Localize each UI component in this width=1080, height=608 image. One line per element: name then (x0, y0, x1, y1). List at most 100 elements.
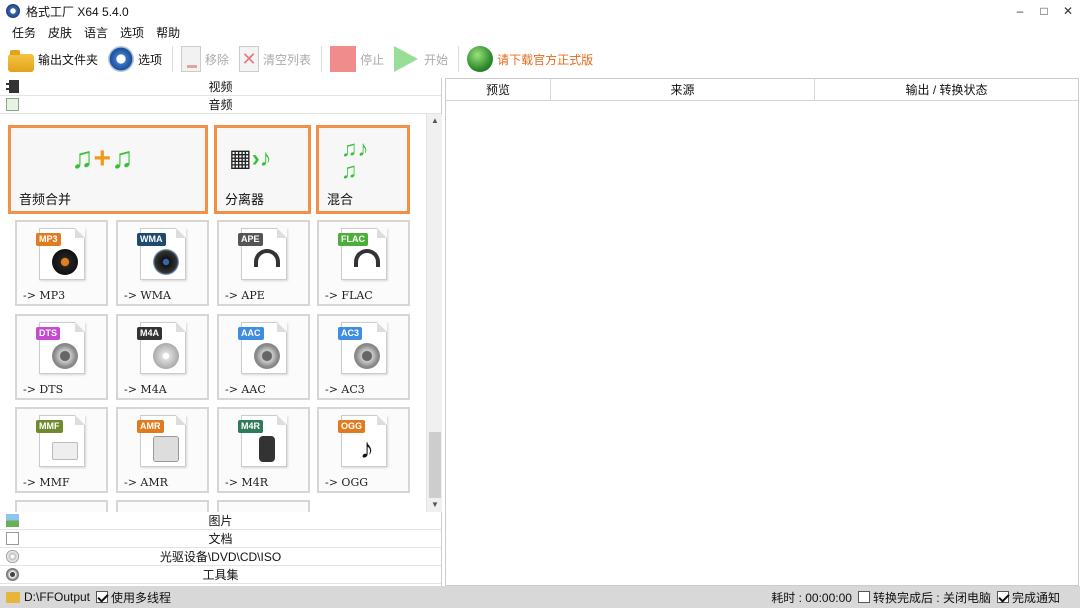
format-tile-amr[interactable]: AMR -> AMR (116, 407, 209, 493)
remove-button[interactable]: 移除 (181, 44, 229, 74)
mix-button[interactable]: ♫♪ ♫ 混合 (316, 125, 410, 214)
format-tile-wma[interactable]: WMA -> WMA (116, 220, 209, 306)
format-tile-partial[interactable] (15, 500, 108, 512)
format-tile-m4a[interactable]: M4A -> M4A (116, 314, 209, 400)
speaker-icon (254, 343, 280, 369)
menu-task[interactable]: 任务 (6, 24, 42, 41)
splitter-label: 分离器 (225, 192, 265, 207)
download-official-link[interactable]: 请下载官方正式版 (467, 44, 593, 74)
format-tile-partial[interactable] (217, 500, 310, 512)
category-audio[interactable]: 音频 (0, 96, 441, 114)
output-folder-label: 输出文件夹 (38, 52, 99, 67)
speaker-icon (52, 249, 78, 275)
file-doc-icon: OGG ♪ (338, 415, 387, 467)
format-tile-mp3[interactable]: MP3 -> MP3 (15, 220, 108, 306)
output-folder-button[interactable]: 输出文件夹 (8, 44, 98, 74)
menu-options[interactable]: 选项 (114, 24, 150, 41)
after-convert-label: 转换完成后 : 关闭电脑 (872, 590, 991, 605)
category-picture-label: 图片 (208, 514, 233, 528)
options-gear-icon (108, 46, 135, 72)
format-badge: AC3 (338, 327, 363, 340)
category-tools[interactable]: 工具集 (0, 566, 441, 584)
column-output-status[interactable]: 输出 / 转换状态 (815, 79, 1078, 100)
cd-icon (153, 343, 179, 369)
vertical-scrollbar[interactable]: ▲ ▼ (426, 114, 442, 512)
tools-icon (6, 568, 19, 581)
toolbar: 输出文件夹 选项 移除 ✕ 清空列表 停止 开始 请下载官方正式版 (0, 42, 1080, 76)
format-label: -> DTS (23, 383, 64, 396)
clear-list-button[interactable]: ✕ 清空列表 (239, 44, 311, 74)
menu-help[interactable]: 帮助 (150, 24, 186, 41)
column-preview[interactable]: 预览 (446, 79, 551, 100)
music-note-icon (6, 98, 19, 111)
format-tile-mmf[interactable]: MMF -> MMF (15, 407, 108, 493)
format-tile-ape[interactable]: APE -> APE (217, 220, 310, 306)
picture-icon (6, 514, 19, 527)
toolbar-separator (172, 46, 174, 72)
minimize-button[interactable]: – (1008, 0, 1032, 22)
format-tile-partial[interactable] (116, 500, 209, 512)
multithread-checkbox[interactable] (96, 591, 109, 603)
options-button[interactable]: 选项 (108, 44, 162, 74)
close-button[interactable]: ✕ (1056, 0, 1080, 22)
toolbar-separator (321, 46, 323, 72)
category-document[interactable]: 文档 (0, 530, 441, 548)
format-badge: OGG (338, 420, 366, 433)
format-tile-ac3[interactable]: AC3 -> AC3 (317, 314, 410, 400)
remove-label: 移除 (205, 52, 230, 67)
task-table-header: 预览 来源 输出 / 转换状态 (446, 79, 1078, 101)
category-disc-label: 光驱设备\DVD\CD\ISO (159, 550, 282, 564)
download-label: 请下载官方正式版 (497, 52, 594, 67)
category-disc[interactable]: 光驱设备\DVD\CD\ISO (0, 548, 441, 566)
category-video-label: 视频 (208, 80, 233, 94)
output-path[interactable]: D:\FFOutput (24, 590, 90, 604)
format-label: -> M4A (124, 383, 167, 396)
column-source[interactable]: 来源 (551, 79, 815, 100)
notify-checkbox[interactable] (996, 591, 1009, 603)
clear-list-label: 清空列表 (263, 52, 312, 67)
toolbar-separator (458, 46, 460, 72)
mixer-icon (153, 436, 179, 462)
file-doc-icon: M4A (137, 322, 186, 374)
options-label: 选项 (138, 52, 163, 67)
format-label: -> M4R (225, 476, 268, 489)
file-doc-icon: AMR (137, 415, 186, 467)
format-badge: AMR (137, 420, 164, 433)
file-doc-icon: APE (238, 228, 287, 280)
format-label: -> AAC (225, 383, 266, 396)
format-tile-flac[interactable]: FLAC -> FLAC (317, 220, 410, 306)
format-label: -> MMF (23, 476, 70, 489)
format-tile-ogg[interactable]: OGG ♪ -> OGG (317, 407, 410, 493)
category-panel: 视频 音频 ♫+♫ 音频合并 ▦›♪ 分离器 ♫♪ ♫ 混合 MP3 -> MP3… (0, 78, 442, 586)
menu-language[interactable]: 语言 (78, 24, 114, 41)
stop-button[interactable]: 停止 (330, 44, 384, 74)
format-tile-dts[interactable]: DTS -> DTS (15, 314, 108, 400)
disc-drive-icon (6, 550, 19, 563)
scroll-up-arrow-icon[interactable]: ▲ (427, 114, 442, 128)
status-bar: D:\FFOutput 使用多线程 耗时 : 00:00:00 转换完成后 : … (0, 586, 1080, 608)
audio-merge-label: 音频合并 (19, 192, 72, 207)
scroll-down-arrow-icon[interactable]: ▼ (427, 498, 442, 512)
audio-merge-button[interactable]: ♫+♫ 音频合并 (8, 125, 208, 214)
start-label: 开始 (424, 52, 449, 67)
scrollbar-thumb[interactable] (429, 432, 441, 498)
category-audio-label: 音频 (208, 98, 233, 112)
menu-bar: 任务 皮肤 语言 选项 帮助 (0, 22, 1080, 42)
folder-icon (6, 591, 20, 603)
splitter-button[interactable]: ▦›♪ 分离器 (214, 125, 311, 214)
app-logo-icon (6, 4, 20, 18)
start-button[interactable]: 开始 (394, 44, 448, 74)
file-doc-icon: WMA (137, 228, 186, 280)
format-tile-m4r[interactable]: M4R -> M4R (217, 407, 310, 493)
format-tile-aac[interactable]: AAC -> AAC (217, 314, 310, 400)
category-picture[interactable]: 图片 (0, 512, 441, 530)
lower-categories: 图片 文档 光驱设备\DVD\CD\ISO 工具集 (0, 512, 441, 584)
stop-icon (330, 46, 357, 72)
envelope-icon (52, 442, 78, 460)
after-convert-checkbox[interactable] (857, 591, 870, 603)
category-video[interactable]: 视频 (0, 78, 441, 96)
document-icon (6, 532, 19, 545)
maximize-button[interactable]: □ (1032, 0, 1056, 22)
audio-tools-grid: ♫+♫ 音频合并 ▦›♪ 分离器 ♫♪ ♫ 混合 MP3 -> MP3 WMA -… (0, 114, 442, 512)
menu-skin[interactable]: 皮肤 (42, 24, 78, 41)
